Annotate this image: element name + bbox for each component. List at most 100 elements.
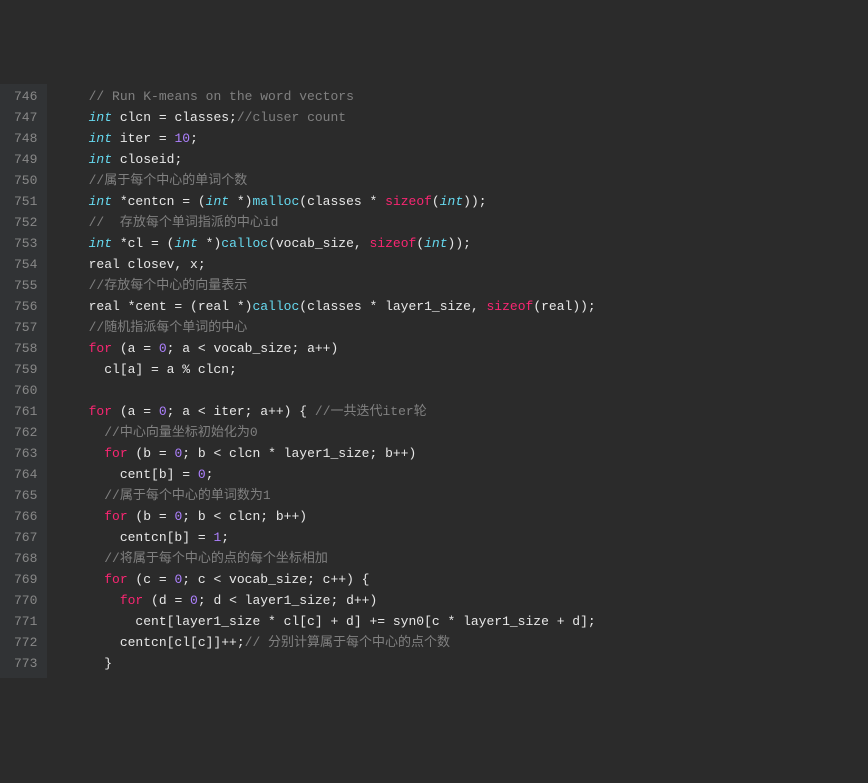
line-number: 749 [14, 149, 37, 170]
code-token: int [174, 236, 197, 251]
code-line[interactable]: cent[b] = 0; [57, 464, 868, 485]
code-token: int [89, 236, 112, 251]
line-number: 756 [14, 296, 37, 317]
line-number: 772 [14, 632, 37, 653]
code-token [57, 110, 88, 125]
line-number: 746 [14, 86, 37, 107]
code-token: int [424, 236, 447, 251]
line-number: 752 [14, 212, 37, 233]
code-token [57, 236, 88, 251]
code-token: cent[layer1_size * cl[c] + d] += syn0[c … [57, 614, 595, 629]
line-number: 773 [14, 653, 37, 674]
code-token: } [57, 656, 112, 671]
code-token: //属于每个中心的单词个数 [89, 173, 248, 188]
code-line[interactable]: int closeid; [57, 149, 868, 170]
code-token: (vocab_size, [268, 236, 369, 251]
code-line[interactable]: for (c = 0; c < vocab_size; c++) { [57, 569, 868, 590]
code-token: *centcn = ( [112, 194, 206, 209]
code-token: //属于每个中心的单词数为1 [104, 488, 270, 503]
code-line[interactable]: real closev, x; [57, 254, 868, 275]
code-editor: 7467477487497507517527537547557567577587… [0, 84, 868, 678]
code-token: // Run K-means on the word vectors [89, 89, 354, 104]
code-line[interactable]: // 存放每个单词指派的中心id [57, 212, 868, 233]
code-token: ; b < clcn; b++) [182, 509, 307, 524]
code-token: // 分别计算属于每个中心的点个数 [245, 635, 450, 650]
code-token [57, 152, 88, 167]
code-line[interactable]: for (a = 0; a < iter; a++) { //一共迭代iter轮 [57, 401, 868, 422]
line-number: 759 [14, 359, 37, 380]
line-number-gutter[interactable]: 7467477487497507517527537547557567577587… [0, 84, 47, 678]
code-token: clcn = classes; [112, 110, 237, 125]
code-token: //存放每个中心的向量表示 [89, 278, 248, 293]
code-line[interactable]: centcn[b] = 1; [57, 527, 868, 548]
line-number: 763 [14, 443, 37, 464]
code-line[interactable]: } [57, 653, 868, 674]
code-line[interactable]: int *cl = (int *)calloc(vocab_size, size… [57, 233, 868, 254]
code-token: int [89, 152, 112, 167]
code-token: for [89, 341, 112, 356]
code-token: int [440, 194, 463, 209]
code-line[interactable]: for (b = 0; b < clcn; b++) [57, 506, 868, 527]
line-number: 758 [14, 338, 37, 359]
code-line[interactable]: //属于每个中心的单词数为1 [57, 485, 868, 506]
code-token: cent[b] = [57, 467, 197, 482]
code-token: ; a < iter; a++) { [167, 404, 315, 419]
code-token: (classes * [299, 194, 385, 209]
code-token [57, 341, 88, 356]
code-token: (a = [112, 341, 159, 356]
code-line[interactable]: //存放每个中心的向量表示 [57, 275, 868, 296]
code-line[interactable]: int clcn = classes;//cluser count [57, 107, 868, 128]
line-number: 747 [14, 107, 37, 128]
code-token: ; b < clcn * layer1_size; b++) [182, 446, 416, 461]
code-token: *) [198, 236, 221, 251]
code-token: 0 [159, 404, 167, 419]
code-token: ; [206, 467, 214, 482]
line-number: 750 [14, 170, 37, 191]
code-token: real *cent = (real *) [57, 299, 252, 314]
code-token: calloc [252, 299, 299, 314]
code-token: for [104, 572, 127, 587]
code-token: for [89, 404, 112, 419]
code-line[interactable]: // Run K-means on the word vectors [57, 86, 868, 107]
code-token: 0 [159, 341, 167, 356]
code-line[interactable] [57, 380, 868, 401]
code-token: int [89, 131, 112, 146]
code-line[interactable]: for (a = 0; a < vocab_size; a++) [57, 338, 868, 359]
code-line[interactable]: int *centcn = (int *)malloc(classes * si… [57, 191, 868, 212]
code-token: ; c < vocab_size; c++) { [182, 572, 369, 587]
code-line[interactable]: cl[a] = a % clcn; [57, 359, 868, 380]
code-token: (real)); [533, 299, 595, 314]
line-number: 760 [14, 380, 37, 401]
code-line[interactable]: for (d = 0; d < layer1_size; d++) [57, 590, 868, 611]
code-token [57, 131, 88, 146]
code-line[interactable]: int iter = 10; [57, 128, 868, 149]
code-line[interactable]: //属于每个中心的单词个数 [57, 170, 868, 191]
code-token: //一共迭代iter轮 [315, 404, 427, 419]
code-line[interactable]: real *cent = (real *)calloc(classes * la… [57, 296, 868, 317]
code-token: (b = [128, 446, 175, 461]
code-token [57, 278, 88, 293]
code-token: real closev, x; [57, 257, 205, 272]
code-line[interactable]: //将属于每个中心的点的每个坐标相加 [57, 548, 868, 569]
code-token: iter = [112, 131, 174, 146]
code-token [57, 194, 88, 209]
code-line[interactable]: //随机指派每个单词的中心 [57, 317, 868, 338]
code-token: for [120, 593, 143, 608]
code-token: closeid; [112, 152, 182, 167]
code-line[interactable]: centcn[cl[c]]++;// 分别计算属于每个中心的点个数 [57, 632, 868, 653]
code-token [57, 425, 104, 440]
code-token [57, 593, 119, 608]
code-token [57, 551, 104, 566]
code-area[interactable]: // Run K-means on the word vectors int c… [47, 84, 868, 678]
code-token: malloc [252, 194, 299, 209]
code-token [57, 89, 88, 104]
line-number: 757 [14, 317, 37, 338]
line-number: 761 [14, 401, 37, 422]
code-line[interactable]: //中心向量坐标初始化为0 [57, 422, 868, 443]
code-token: (a = [112, 404, 159, 419]
code-line[interactable]: for (b = 0; b < clcn * layer1_size; b++) [57, 443, 868, 464]
code-token: ( [416, 236, 424, 251]
code-token [57, 572, 104, 587]
code-token: // 存放每个单词指派的中心id [89, 215, 279, 230]
code-line[interactable]: cent[layer1_size * cl[c] + d] += syn0[c … [57, 611, 868, 632]
